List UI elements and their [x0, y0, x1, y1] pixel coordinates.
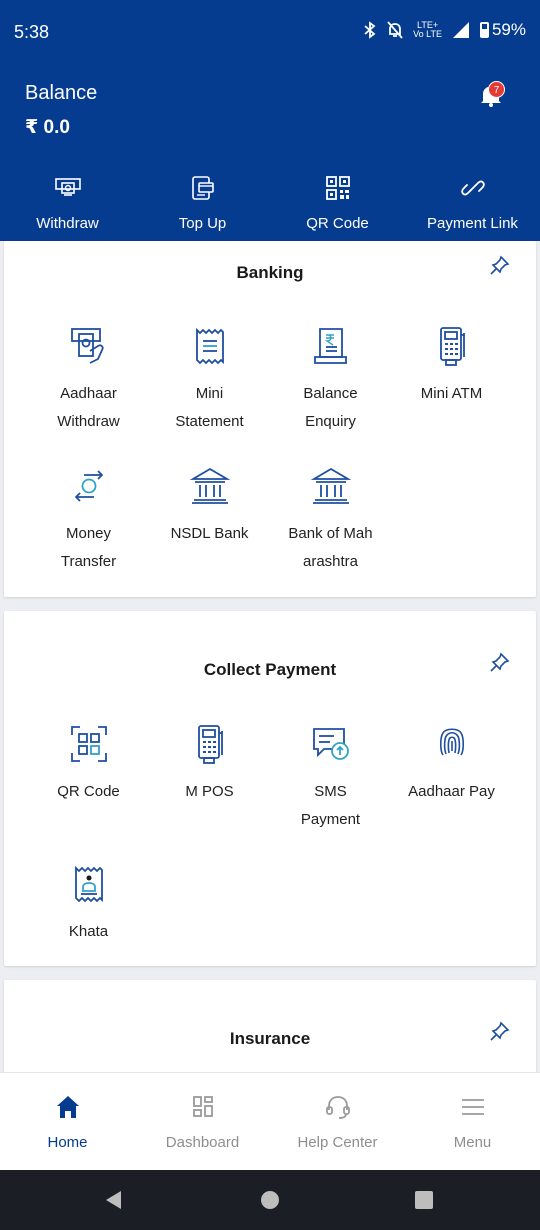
aadhaar-withdraw-label: Aadhaar Withdraw — [57, 385, 120, 430]
headset-icon — [325, 1096, 350, 1119]
home-circle-icon[interactable] — [260, 1190, 280, 1210]
qr-code-label: QR Code — [57, 783, 120, 800]
pin-icon[interactable] — [489, 1020, 511, 1042]
fingerprint-icon — [439, 728, 464, 756]
top-up-button[interactable]: Top Up — [135, 174, 270, 232]
bluetooth-icon — [364, 21, 376, 39]
qr-code-item[interactable]: QR Code — [28, 723, 149, 806]
battery-indicator: 59% — [479, 20, 526, 40]
balance-enquiry-icon — [313, 328, 347, 364]
bank-icon — [189, 467, 230, 504]
nav-menu-label: Menu — [453, 1134, 492, 1151]
pin-icon[interactable] — [489, 651, 511, 673]
payment-link-button[interactable]: Payment Link — [405, 174, 540, 232]
m-pos-item[interactable]: M POS — [149, 723, 270, 806]
nav-home[interactable]: Home — [0, 1073, 135, 1171]
back-icon[interactable] — [104, 1190, 124, 1210]
pos-terminal-icon — [439, 327, 465, 366]
dashboard-icon — [192, 1096, 213, 1117]
bottom-navigation: Home Dashboard Help Center Menu — [0, 1072, 540, 1170]
menu-icon — [461, 1099, 484, 1115]
nsdl-bank-label: NSDL Bank — [170, 525, 249, 542]
aadhaar-withdraw-icon — [70, 328, 104, 364]
pin-icon[interactable] — [489, 254, 511, 276]
sms-payment-icon — [312, 728, 349, 760]
notification-badge: 7 — [488, 81, 505, 98]
home-icon — [56, 1096, 79, 1118]
nav-help-center[interactable]: Help Center — [270, 1073, 405, 1171]
aadhaar-pay-label: Aadhaar Pay — [408, 783, 495, 800]
nsdl-bank-item[interactable]: NSDL Bank — [149, 465, 270, 548]
status-bar: 5:38 LTE+ Vo LTE 59% — [0, 0, 540, 66]
notifications-off-icon — [387, 21, 403, 39]
withdraw-icon — [54, 178, 81, 196]
status-icons: LTE+ Vo LTE 59% — [363, 20, 526, 40]
mini-statement-label: Mini Statement — [175, 385, 244, 430]
khata-item[interactable]: Khata — [28, 863, 149, 946]
khata-label: Khata — [68, 923, 109, 940]
banking-card: Banking AadhaarWithdraw MiniStatement — [4, 241, 536, 597]
qr-code-icon — [325, 176, 350, 200]
nav-dashboard[interactable]: Dashboard — [135, 1073, 270, 1171]
money-transfer-label: Money Transfer — [60, 525, 117, 570]
sms-payment-label: SMS Payment — [300, 783, 361, 828]
khata-icon — [74, 865, 103, 903]
mini-atm-item[interactable]: Mini ATM — [391, 325, 512, 408]
battery-percent: 59% — [491, 20, 526, 39]
collect-payment-card: Collect Payment QR Code M POS SMS Paymen… — [4, 611, 536, 966]
banking-title: Banking — [236, 263, 304, 282]
battery-icon — [479, 22, 489, 38]
nav-home-label: Home — [47, 1134, 88, 1151]
balance-value: ₹ 0.0 — [25, 117, 70, 138]
money-transfer-item[interactable]: Money Transfer — [28, 465, 149, 576]
aadhaar-withdraw-item[interactable]: Aadhaar Withdraw — [28, 325, 149, 436]
insurance-title: Insurance — [229, 1029, 311, 1048]
balance-label: Balance — [25, 82, 98, 104]
recents-icon[interactable] — [414, 1190, 434, 1210]
signal-icon — [452, 22, 469, 38]
sms-payment-item[interactable]: SMS Payment — [270, 723, 391, 834]
bank-icon — [310, 467, 351, 504]
link-icon — [460, 180, 485, 196]
qr-code-button[interactable]: QR Code — [270, 174, 405, 232]
pos-terminal-icon — [197, 725, 223, 764]
collect-payment-title: Collect Payment — [203, 660, 337, 679]
system-navigation-bar — [0, 1170, 540, 1230]
aadhaar-pay-item[interactable]: Aadhaar Pay — [391, 723, 512, 806]
mini-statement-item[interactable]: Mini Statement — [149, 325, 270, 436]
payment-link-label: Payment Link — [427, 215, 518, 232]
withdraw-label: Withdraw — [36, 215, 99, 232]
bank-of-maharashtra-label: Bank of Mah arashtra — [288, 525, 373, 570]
m-pos-label: M POS — [185, 783, 234, 800]
top-up-icon — [191, 176, 214, 200]
money-transfer-icon — [74, 470, 103, 502]
status-time: 5:38 — [14, 22, 50, 42]
top-up-label: Top Up — [178, 215, 227, 232]
network-indicator: LTE+ Vo LTE — [413, 20, 442, 39]
qr-scan-icon — [70, 726, 107, 762]
nav-menu[interactable]: Menu — [405, 1073, 540, 1171]
balance-enquiry-item[interactable]: Balance Enquiry — [270, 325, 391, 436]
mini-atm-label: Mini ATM — [420, 385, 483, 402]
bank-of-maharashtra-item[interactable]: Bank of Mah arashtra — [270, 465, 391, 576]
qr-code-label: QR Code — [306, 215, 369, 232]
balance-enquiry-label: Balance Enquiry — [303, 385, 358, 430]
balance-header: Balance ₹ 0.0 7 Withdraw Top Up QR Code … — [0, 66, 540, 241]
nav-help-center-label: Help Center — [297, 1134, 378, 1151]
withdraw-button[interactable]: Withdraw — [0, 174, 135, 232]
receipt-icon — [195, 327, 224, 365]
nav-dashboard-label: Dashboard — [165, 1134, 240, 1151]
